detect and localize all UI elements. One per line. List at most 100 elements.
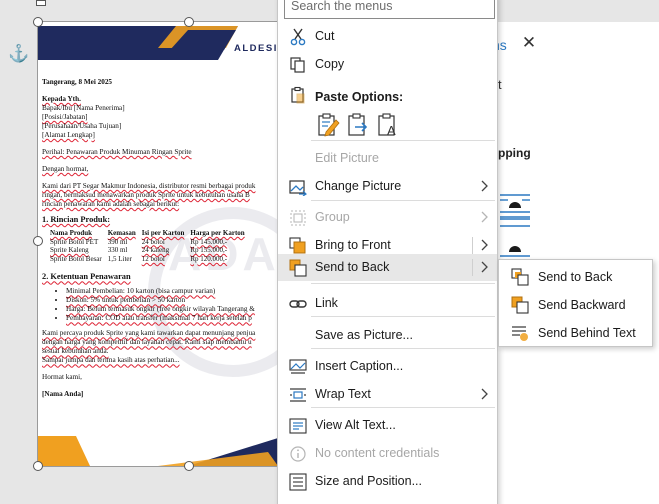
info-icon — [290, 446, 306, 462]
greeting: Dengan hormat, — [42, 165, 89, 173]
to-label: Kepada Yth. — [42, 95, 81, 103]
document-page[interactable]: ALDESIGN ADA Tangerang, 8 Mei 2025 Kepad… — [38, 22, 310, 466]
menu-item-size-and-position[interactable]: Size and Position... — [278, 468, 497, 495]
pane-section-label: pping — [498, 146, 531, 160]
insert-caption-icon — [289, 359, 307, 374]
resize-handle[interactable] — [33, 236, 43, 246]
table-cell: 330 ml — [107, 246, 128, 255]
send-behind-text-icon — [512, 326, 528, 341]
menu-separator — [311, 316, 495, 317]
list-item: Diskon: 5% untuk pembelian > 50 karton — [66, 296, 310, 305]
section-heading: 1. Rincian Produk: — [42, 215, 111, 224]
wrap-icon[interactable] — [500, 214, 530, 240]
intro-line: rincian penawaran kami adalah sebagai be… — [42, 200, 180, 208]
menu-separator — [311, 200, 495, 201]
change-picture-icon — [289, 180, 307, 196]
svg-text:A: A — [387, 123, 396, 138]
bring-to-front-icon — [289, 237, 306, 254]
chevron-right-icon — [481, 388, 488, 400]
menu-item-view-alt-text[interactable]: View Alt Text... — [278, 412, 497, 439]
resize-handle[interactable] — [33, 461, 43, 471]
menu-item-label: Copy — [315, 57, 345, 71]
list-item: Minimal Pembelian: 10 karton (bisa campu… — [66, 287, 310, 296]
menu-item-copy[interactable]: Copy — [278, 51, 497, 78]
menu-item-label: Bring to Front — [315, 238, 391, 252]
menu-item-label: Size and Position... — [315, 474, 423, 488]
resize-handle[interactable] — [33, 17, 43, 27]
menu-item-save-as-picture[interactable]: Save as Picture... — [278, 322, 497, 349]
paste-keep-formatting-icon[interactable] — [316, 112, 342, 138]
menu-item-label: Insert Caption... — [315, 359, 404, 373]
pane-text: t — [498, 77, 502, 92]
submenu-item-label: Send Behind Text — [538, 326, 636, 340]
context-menu: Search the menus Cut Copy Paste Options: — [277, 0, 498, 504]
send-to-back-submenu: Send to Back Send Backward Send Behind T… — [498, 259, 653, 347]
menu-item-label: Cut — [315, 29, 335, 43]
link-icon — [289, 300, 307, 308]
subject-line: Perihal: Penawaran Produk Minuman Ringan… — [42, 148, 192, 156]
table-cell: Rp 155.000,- — [190, 246, 228, 255]
submenu-item-send-behind-text[interactable]: Send Behind Text — [499, 318, 652, 346]
rotation-handle[interactable] — [36, 0, 46, 6]
size-position-icon — [289, 473, 307, 491]
split-divider — [472, 237, 473, 254]
table-cell: Sprite Kaleng — [50, 246, 89, 255]
wrap-text-icon — [290, 388, 306, 402]
chevron-right-icon — [481, 211, 488, 223]
table-row: Sprite Botol PET 390 ml 24 botol Rp 145.… — [50, 238, 251, 247]
section-heading: 2. Ketentuan Penawaran — [42, 272, 131, 282]
table-cell: 24 botol — [141, 237, 165, 246]
chevron-right-icon[interactable] — [480, 239, 488, 251]
menu-item-label: No content credentials — [315, 446, 440, 460]
menu-item-label: Edit Picture — [315, 151, 379, 165]
to-line: [Perusahaan/Usaha Tujuan] — [42, 122, 122, 130]
table-cell: Sprite Botol Besar — [50, 254, 102, 263]
chevron-right-icon[interactable] — [480, 261, 488, 273]
submenu-item-send-backward[interactable]: Send Backward — [499, 290, 652, 318]
menu-item-wrap-text[interactable]: Wrap Text — [278, 381, 497, 408]
terms-list: Minimal Pembelian: 10 karton (bisa campu… — [66, 287, 310, 323]
menu-separator — [311, 140, 495, 141]
group-icon — [290, 210, 306, 226]
table-header-row: Nama Produk Kemasan Isi per Karton Harga… — [50, 229, 251, 238]
menu-item-label: Wrap Text — [315, 387, 371, 401]
search-input[interactable]: Search the menus — [284, 0, 495, 19]
table-cell: 12 botol — [141, 254, 165, 263]
paste-text-only-icon[interactable]: A — [376, 112, 402, 138]
table-cell: Rp 145.000,- — [190, 237, 228, 246]
menu-item-label: Link — [315, 296, 338, 310]
table-cell: 390 ml — [107, 237, 128, 246]
paste-merge-formatting-icon[interactable] — [346, 112, 372, 138]
anchor-icon: ⚓ — [8, 44, 30, 63]
menu-item-edit-picture: Edit Picture — [278, 145, 497, 172]
table-cell: Rp 120.000,- — [190, 254, 228, 263]
menu-item-send-to-back[interactable]: Send to Back — [278, 254, 497, 281]
closing-line: dengan harga yang kompetitif dan layanan… — [42, 338, 252, 347]
menu-separator — [311, 283, 495, 284]
menu-item-link[interactable]: Link — [278, 290, 497, 317]
menu-separator — [311, 407, 495, 408]
table-header-cell: Isi per Karton — [141, 229, 185, 237]
menu-item-cut[interactable]: Cut — [278, 23, 497, 50]
menu-item-insert-caption[interactable]: Insert Caption... — [278, 353, 497, 380]
split-divider — [472, 259, 473, 276]
to-line: [Alamat Lengkap] — [42, 131, 95, 139]
clipboard-icon — [291, 86, 305, 104]
alt-text-icon — [289, 418, 307, 434]
menu-item-label: View Alt Text... — [315, 418, 396, 432]
send-to-back-icon — [289, 259, 307, 277]
list-item: Pembayaran: COD atau transfer (maksimal … — [66, 314, 310, 323]
menu-item-no-content-credentials: No content credentials — [278, 440, 497, 467]
closing-line: sesuai kebutuhan anda. — [42, 347, 109, 356]
closing-line: Sampai jumpa dan terima kasih atas perha… — [42, 356, 180, 365]
close-icon[interactable]: ✕ — [520, 34, 538, 52]
menu-separator — [311, 348, 495, 349]
resize-handle[interactable] — [184, 461, 194, 471]
menu-item-label: Save as Picture... — [315, 328, 413, 342]
menu-item-label: Group — [315, 210, 350, 224]
resize-handle[interactable] — [184, 17, 194, 27]
table-cell: 24 kaleng — [141, 246, 170, 255]
menu-item-change-picture[interactable]: Change Picture — [278, 173, 497, 200]
submenu-item-send-to-back[interactable]: Send to Back — [499, 262, 652, 290]
table-header-cell: Kemasan — [107, 229, 136, 237]
